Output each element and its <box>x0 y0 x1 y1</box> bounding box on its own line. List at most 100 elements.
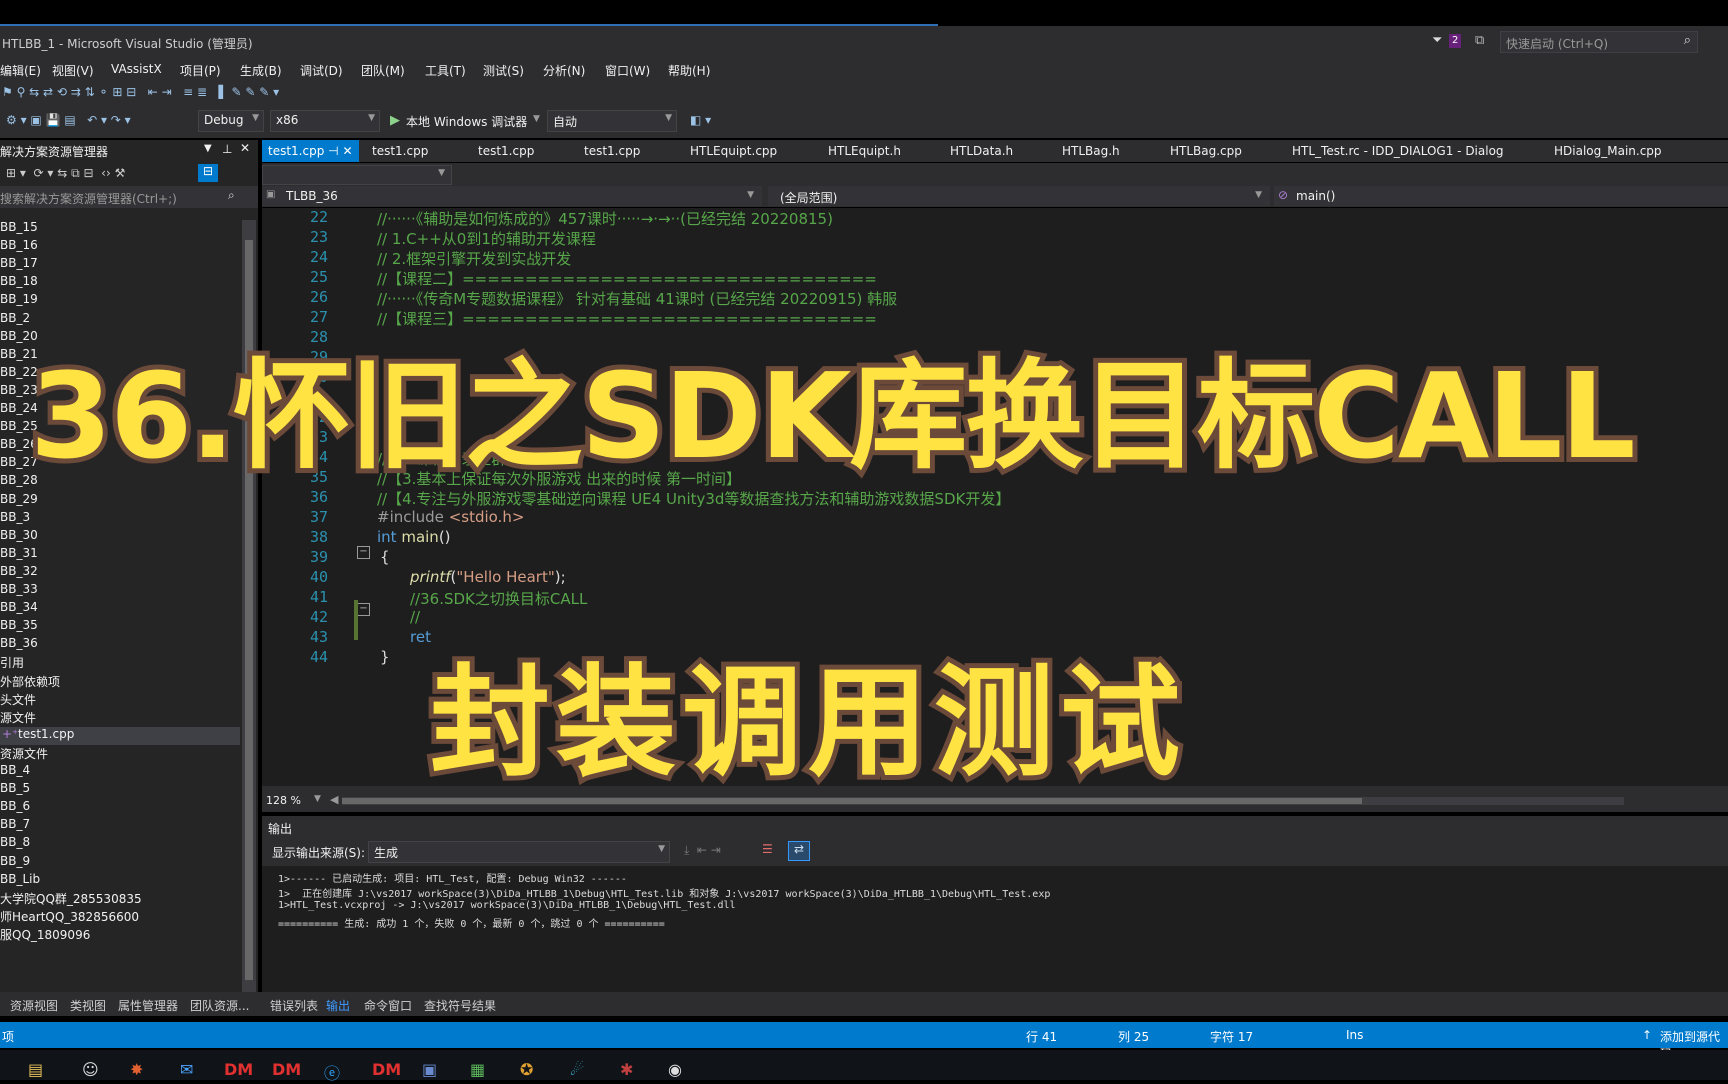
solution-tree-item[interactable]: 服QQ_1809096 <box>0 926 240 944</box>
menu-test[interactable]: 测试(S) <box>483 62 524 79</box>
tab-team-explorer[interactable]: 团队资源... <box>190 997 249 1014</box>
dm-app[interactable]: DM <box>224 1060 253 1079</box>
scope-nav-select[interactable]: (全局范围) ▼ <box>768 186 1270 206</box>
platform-select[interactable]: x86 ▼ <box>270 110 380 132</box>
solution-search-input[interactable]: 搜索解决方案资源管理器(Ctrl+;) ⌕ <box>0 186 258 208</box>
horizontal-scrollbar[interactable] <box>342 797 1624 805</box>
search-icon[interactable]: ⌕ <box>1684 33 1691 48</box>
solution-tree-item[interactable]: BB_18 <box>0 274 240 292</box>
solution-tree-item[interactable]: BB_5 <box>0 781 240 799</box>
menu-vassistx[interactable]: VAssistX <box>111 62 162 76</box>
tab-hdialog-main-cpp[interactable]: HDialog_Main.cpp <box>1554 140 1662 162</box>
dm-app[interactable]: DM <box>372 1060 401 1079</box>
toolbar-misc-icon[interactable]: ◧ ▾ <box>690 113 711 127</box>
output-source-select[interactable]: 生成 ▼ <box>368 841 670 863</box>
tab-find-symbol-results[interactable]: 查找符号结果 <box>424 997 496 1014</box>
play-icon[interactable]: ▶ <box>390 113 400 128</box>
menu-team[interactable]: 团队(M) <box>361 62 405 79</box>
config-select[interactable]: Debug ▼ <box>198 110 264 132</box>
solution-tree-item[interactable]: 引用 <box>0 654 240 672</box>
monitor-icon[interactable]: ▣ <box>422 1060 437 1079</box>
scroll-left-icon[interactable]: ◀ <box>330 793 338 806</box>
search-icon[interactable]: ⌕ <box>228 188 235 203</box>
spider-icon[interactable]: ✱ <box>620 1060 633 1079</box>
browser-icon[interactable]: ⓔ <box>324 1060 340 1084</box>
run-debugger-button[interactable]: 本地 Windows 调试器 <box>406 113 527 130</box>
terminal-icon[interactable]: ▦ <box>470 1060 485 1079</box>
menu-window[interactable]: 窗口(W) <box>605 62 650 79</box>
menu-view[interactable]: 视图(V) <box>52 62 94 79</box>
dm-app[interactable]: DM <box>272 1060 301 1079</box>
tab-resource-view[interactable]: 资源视图 <box>10 997 58 1014</box>
solution-tree-item[interactable]: BB_32 <box>0 564 240 582</box>
user-icon[interactable]: ☺ <box>82 1060 99 1079</box>
solution-tree-item[interactable]: BB_Lib <box>0 872 240 890</box>
toolbar-icon[interactable]: ⚑ ⚲ ⇆ ⇄ ⟲ ⇉ ⇅ ⚬ ⊞ ⊟ ⇤ ⇥ ≡ ≣ ▌ ✎ ✎ ✎ ▾ <box>2 85 279 99</box>
chevron-down-icon[interactable]: ▼ <box>314 794 321 804</box>
solution-tree-item[interactable]: 资源文件 <box>0 745 240 763</box>
feedback-icon[interactable]: ⧉ <box>1475 33 1484 48</box>
game-icon[interactable]: ✪ <box>520 1060 533 1079</box>
word-wrap-icon[interactable]: ⇄ <box>788 841 810 861</box>
tab-htlbag-cpp[interactable]: HTLBag.cpp <box>1170 140 1242 162</box>
solution-tree-item[interactable]: 师HeartQQ_382856600 <box>0 908 240 926</box>
fold-toggle-icon[interactable]: − <box>357 603 370 616</box>
menu-debug[interactable]: 调试(D) <box>300 62 343 79</box>
menu-tools[interactable]: 工具(T) <box>425 62 466 79</box>
tab-test1-cpp[interactable]: test1.cpp <box>478 140 534 162</box>
solution-tree-item[interactable]: BB_4 <box>0 763 240 781</box>
solution-tree-item[interactable]: BB_29 <box>0 492 240 510</box>
solution-tree-item[interactable]: 头文件 <box>0 691 240 709</box>
tab-error-list[interactable]: 错误列表 <box>270 997 318 1014</box>
solution-tree-item[interactable]: BB_16 <box>0 238 240 256</box>
member-nav-select[interactable]: ⊘ main() <box>1274 186 1728 206</box>
solution-tree-item[interactable]: BB_36 <box>0 636 240 654</box>
clear-all-icon[interactable]: ☰ <box>762 842 773 856</box>
tool-icon[interactable]: ☄ <box>570 1060 584 1079</box>
menu-help[interactable]: 帮助(H) <box>668 62 710 79</box>
solution-tree-item[interactable]: 外部依赖项 <box>0 673 240 691</box>
upload-icon[interactable]: ↑ <box>1642 1028 1652 1042</box>
menu-analyze[interactable]: 分析(N) <box>543 62 585 79</box>
file-nav-select[interactable]: ▼ <box>262 165 452 185</box>
tab-output[interactable]: 输出 <box>326 997 350 1014</box>
pin-icon[interactable]: ⊥ <box>222 142 232 156</box>
solution-tree-item[interactable]: BB_19 <box>0 292 240 310</box>
project-nav-select[interactable]: ▣ TLBB_36 ▼ <box>262 186 762 206</box>
solution-tree-item[interactable]: BB_33 <box>0 582 240 600</box>
solution-tree-item[interactable]: +⁺ test1.cpp <box>0 726 240 745</box>
solution-tree-item[interactable]: BB_34 <box>0 600 240 618</box>
tab-htlequipt-cpp[interactable]: HTLEquipt.cpp <box>690 140 777 162</box>
tab-htlequipt-h[interactable]: HTLEquipt.h <box>828 140 901 162</box>
fold-toggle-icon[interactable]: − <box>357 546 370 559</box>
solution-tree-item[interactable]: 大学院QQ群_285530835 <box>0 890 240 908</box>
solution-toolbar-icons[interactable]: ⊞ ▾ ⟳ ▾ ⇆ ⧉ ⊟ ‹› ⚒ <box>6 166 125 181</box>
tab-htl-test-rc[interactable]: HTL_Test.rc - IDD_DIALOG1 - Dialog <box>1292 140 1504 162</box>
chevron-down-icon[interactable]: ▼ <box>533 114 540 124</box>
solution-tree-item[interactable]: BB_6 <box>0 799 240 817</box>
solution-tree-item[interactable]: BB_8 <box>0 835 240 853</box>
quick-launch-input[interactable]: 快速启动 (Ctrl+Q) ⌕ <box>1500 31 1698 53</box>
notes-icon[interactable]: ▤ <box>28 1060 43 1079</box>
tab-test1-cpp[interactable]: test1.cpp <box>372 140 428 162</box>
tab-test1-cpp-active[interactable]: test1.cpp ⊣ ✕ <box>262 140 359 162</box>
chevron-down-icon[interactable]: ▼ <box>204 143 212 154</box>
solution-tree-item[interactable]: BB_9 <box>0 854 240 872</box>
solution-tree-item[interactable]: BB_30 <box>0 528 240 546</box>
menu-build[interactable]: 生成(B) <box>240 62 282 79</box>
notification-count[interactable]: 2 <box>1449 34 1462 48</box>
solution-tree-item[interactable]: BB_31 <box>0 546 240 564</box>
menu-project[interactable]: 项目(P) <box>180 62 221 79</box>
close-icon[interactable]: ✕ <box>240 141 250 155</box>
scroll-thumb[interactable] <box>342 798 1362 804</box>
pin-icon[interactable]: ⊣ <box>328 144 338 158</box>
bird-icon[interactable]: ✉ <box>180 1060 193 1079</box>
tab-htlbag-h[interactable]: HTLBag.h <box>1062 140 1120 162</box>
tab-property-manager[interactable]: 属性管理器 <box>118 997 178 1014</box>
output-tool-icons[interactable]: ⤓ ⇤ ⇥ <box>684 843 721 858</box>
solution-tree-item[interactable]: 源文件 <box>0 709 240 727</box>
chat-icon[interactable]: ◉ <box>668 1060 682 1079</box>
menu-edit[interactable]: 编辑(E) <box>0 62 41 79</box>
app-icon[interactable]: ✸ <box>130 1060 143 1079</box>
collapse-icon[interactable]: ⊟ <box>198 164 218 182</box>
